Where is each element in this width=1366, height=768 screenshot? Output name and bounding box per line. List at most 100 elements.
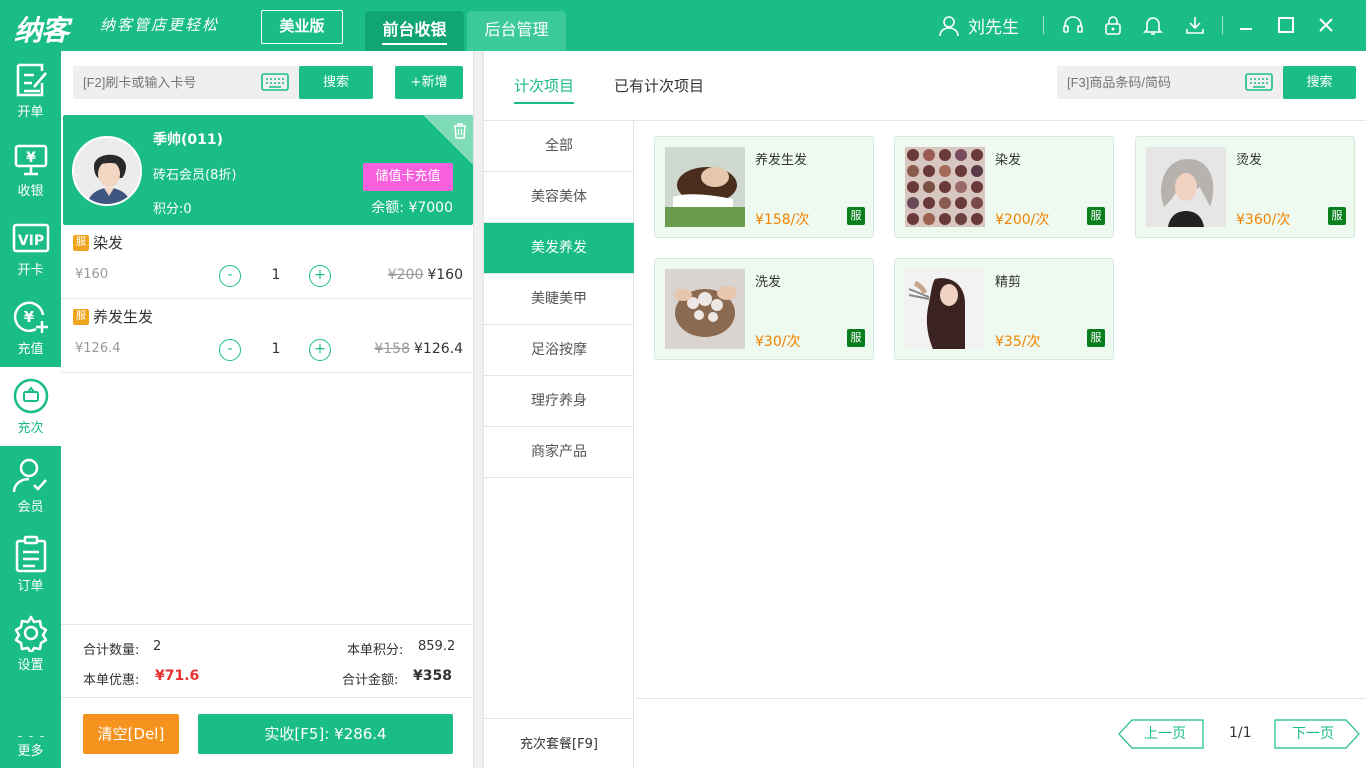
product-card[interactable]: 养发生发 ¥158/次 服 bbox=[654, 136, 874, 238]
keyboard-icon[interactable] bbox=[261, 73, 289, 91]
sidebar-item-label: 充值 bbox=[17, 342, 44, 357]
maximize-icon[interactable] bbox=[1275, 14, 1297, 36]
product-price: ¥360/次 bbox=[1236, 212, 1291, 228]
category-item[interactable]: 商家产品 bbox=[484, 427, 634, 478]
member-name: 季帅(011) bbox=[153, 132, 224, 148]
minimize-icon[interactable] bbox=[1235, 14, 1257, 36]
sidebar-item-more[interactable]: 更多 bbox=[0, 689, 61, 768]
sidebar-item-label: 充次 bbox=[17, 421, 44, 436]
tab-front-cashier[interactable]: 前台收银 bbox=[365, 11, 464, 51]
lock-icon[interactable] bbox=[1102, 14, 1124, 36]
sidebar-item-label: 订单 bbox=[17, 579, 44, 594]
product-name: 精剪 bbox=[995, 275, 1022, 290]
download-icon[interactable] bbox=[1184, 14, 1206, 36]
cart-item-total: ¥200 ¥160 bbox=[388, 267, 463, 283]
member-balance: 余额: ¥7000 bbox=[371, 200, 453, 216]
prev-page-label: 上一页 bbox=[1144, 726, 1186, 742]
category-item[interactable]: 美睫美甲 bbox=[484, 274, 634, 325]
stored-value-recharge-button[interactable]: 储值卡充值 bbox=[363, 163, 453, 191]
decrease-qty-button[interactable]: - bbox=[219, 339, 241, 361]
service-badge: 服 bbox=[73, 235, 89, 251]
category-item[interactable]: 美容美体 bbox=[484, 172, 634, 223]
order-points: 859.2 bbox=[418, 639, 456, 654]
pay-button[interactable]: 实收[F5]: ¥286.4 bbox=[198, 714, 453, 754]
member-search-button[interactable]: 搜索 bbox=[299, 66, 373, 99]
cart-item-name: 养发生发 bbox=[93, 308, 154, 326]
product-card[interactable]: 烫发 ¥360/次 服 bbox=[1135, 136, 1355, 238]
sidebar-item-open-order[interactable]: 开单 bbox=[0, 51, 61, 130]
gear-icon bbox=[14, 615, 48, 652]
order-discount: ¥71.6 bbox=[155, 668, 200, 684]
category-item[interactable]: 理疗养身 bbox=[484, 376, 634, 427]
recharge-icon: ¥ bbox=[13, 301, 48, 333]
category-item[interactable]: 足浴按摩 bbox=[484, 325, 634, 376]
product-name: 洗发 bbox=[755, 275, 782, 290]
final-price: ¥126.4 bbox=[414, 341, 463, 357]
prev-page-button[interactable]: 上一页 bbox=[1118, 719, 1204, 749]
sidebar-item-settings[interactable]: 设置 bbox=[0, 604, 61, 683]
logo: 纳客 bbox=[14, 14, 69, 47]
final-price: ¥160 bbox=[427, 267, 463, 283]
decrease-qty-button[interactable]: - bbox=[219, 265, 241, 287]
svg-text:VIP: VIP bbox=[18, 233, 44, 249]
increase-qty-button[interactable]: + bbox=[309, 339, 331, 361]
user-icon bbox=[939, 15, 959, 36]
product-name: 烫发 bbox=[1236, 153, 1263, 168]
tab-back-management[interactable]: 后台管理 bbox=[467, 11, 566, 51]
keyboard-icon[interactable] bbox=[1245, 73, 1273, 91]
trash-icon[interactable] bbox=[453, 123, 467, 139]
bell-icon[interactable] bbox=[1142, 14, 1164, 36]
increase-qty-button[interactable]: + bbox=[309, 265, 331, 287]
tab-count-items[interactable]: 计次项目 bbox=[514, 75, 575, 104]
slogan: 纳客管店更轻松 bbox=[100, 16, 220, 34]
sidebar-item-recharge-times[interactable]: 充次 bbox=[0, 367, 61, 446]
sidebar-item-orders[interactable]: 订单 bbox=[0, 525, 61, 604]
product-panel: 计次项目 已有计次项目 搜索 全部 美容美体 美发养发 美睫美甲 足浴按摩 理疗… bbox=[483, 51, 1366, 768]
tab-label: 前台收银 bbox=[382, 20, 447, 45]
user-name: 刘先生 bbox=[968, 18, 1019, 38]
member-level: 砖石会员(8折) bbox=[153, 168, 237, 183]
svg-text:¥: ¥ bbox=[24, 308, 35, 326]
product-card[interactable]: 染发 ¥200/次 服 bbox=[894, 136, 1114, 238]
sidebar-item-open-card[interactable]: VIP 开卡 bbox=[0, 209, 61, 288]
cart-item-qty[interactable]: 1 bbox=[261, 341, 291, 357]
user-menu[interactable]: 刘先生 bbox=[938, 13, 1019, 38]
add-member-button[interactable]: +新增 bbox=[395, 66, 463, 99]
clear-button[interactable]: 清空[Del] bbox=[83, 714, 179, 754]
close-icon[interactable] bbox=[1315, 14, 1337, 36]
top-bar: 纳客 纳客管店更轻松 美业版 前台收银 后台管理 刘先生 bbox=[0, 0, 1366, 51]
tab-existing-count-items[interactable]: 已有计次项目 bbox=[614, 75, 704, 96]
cart-item-qty[interactable]: 1 bbox=[261, 267, 291, 283]
product-image bbox=[665, 147, 745, 227]
count-package-button[interactable]: 充次套餐[F9] bbox=[484, 718, 634, 768]
category-item[interactable]: 美发养发 bbox=[484, 223, 634, 274]
edition-button[interactable]: 美业版 bbox=[261, 10, 343, 44]
divider bbox=[635, 698, 1366, 699]
headset-icon[interactable] bbox=[1062, 14, 1084, 36]
product-card[interactable]: 洗发 ¥30/次 服 bbox=[654, 258, 874, 360]
service-tag: 服 bbox=[847, 207, 865, 225]
product-image bbox=[1146, 147, 1226, 227]
order-panel: 搜索 +新增 季帅(011) 砖石会员(8折) 积分:0 储值卡充值 余额: ¥… bbox=[61, 51, 474, 768]
member-card: 季帅(011) 砖石会员(8折) 积分:0 储值卡充值 余额: ¥7000 bbox=[63, 115, 473, 225]
cart-item-name: 染发 bbox=[93, 234, 124, 252]
product-name: 染发 bbox=[995, 153, 1022, 168]
sidebar-item-recharge[interactable]: ¥ 充值 bbox=[0, 288, 61, 367]
sidebar: 开单 ¥ 收银 VIP 开卡 ¥ 充值 充次 会员 订单 设置 更多 bbox=[0, 51, 61, 768]
cart-item: 服 养发生发 ¥126.4 - 1 + ¥158 ¥126.4 bbox=[61, 299, 473, 373]
sidebar-item-member[interactable]: 会员 bbox=[0, 446, 61, 525]
product-search-button[interactable]: 搜索 bbox=[1283, 66, 1356, 99]
product-price: ¥35/次 bbox=[995, 334, 1041, 350]
divider bbox=[1043, 16, 1044, 34]
product-image bbox=[905, 269, 985, 349]
sidebar-item-label: 更多 bbox=[17, 744, 44, 759]
product-image bbox=[665, 269, 745, 349]
product-price: ¥30/次 bbox=[755, 334, 801, 350]
sidebar-item-cashier[interactable]: ¥ 收银 bbox=[0, 130, 61, 209]
product-card[interactable]: 精剪 ¥35/次 服 bbox=[894, 258, 1114, 360]
original-price: ¥200 bbox=[387, 267, 424, 283]
sidebar-item-label: 设置 bbox=[17, 658, 44, 673]
cashier-icon: ¥ bbox=[14, 144, 48, 176]
category-item[interactable]: 全部 bbox=[484, 121, 634, 172]
next-page-button[interactable]: 下一页 bbox=[1274, 719, 1360, 749]
